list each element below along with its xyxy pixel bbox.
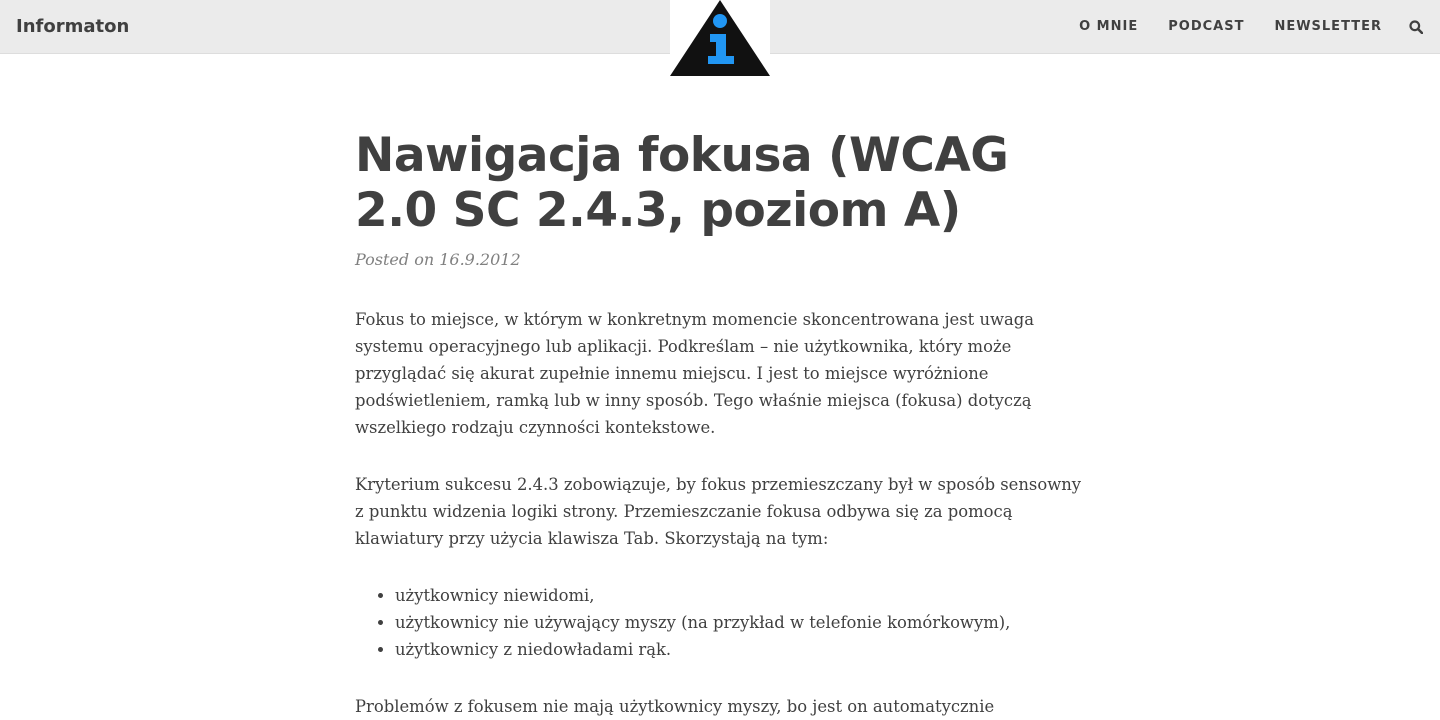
info-triangle-logo-icon [670,0,770,76]
article-paragraph: Fokus to miejsce, w którym w konkretnym … [355,310,1035,437]
nav-link-o-mnie[interactable]: O MNIE [1079,17,1138,37]
search-button[interactable] [1408,19,1424,35]
nav-link-newsletter[interactable]: NEWSLETTER [1274,17,1382,37]
search-icon [1409,20,1423,34]
nav-link-podcast[interactable]: PODCAST [1168,17,1244,37]
list-item: użytkownicy nie używający myszy (na przy… [395,609,1085,636]
main-navigation: O MNIE PODCAST NEWSLETTER [1049,0,1440,54]
article-title: Nawigacja fokusa (WCAG 2.0 SC 2.4.3, poz… [355,128,1009,238]
list-item: użytkownicy niewidomi, [395,582,1085,609]
article: Nawigacja fokusa (WCAG 2.0 SC 2.4.3, poz… [355,128,1085,720]
article-paragraph: Kryterium sukcesu 2.4.3 zobowiązuje, by … [355,475,1082,548]
post-date: Posted on 16.9.2012 [355,250,521,269]
list-item: użytkownicy z niedowładami rąk. [395,636,1085,663]
top-navigation-bar: Informaton O MNIE PODCAST NEWSLETTER [0,0,1440,76]
article-paragraph: Problemów z fokusem nie mają użytkownicy… [355,697,995,716]
beneficiaries-list: użytkownicy niewidomi, użytkownicy nie u… [355,582,1085,663]
site-logo-link[interactable] [670,0,770,76]
site-brand-link[interactable]: Informaton [16,14,129,40]
